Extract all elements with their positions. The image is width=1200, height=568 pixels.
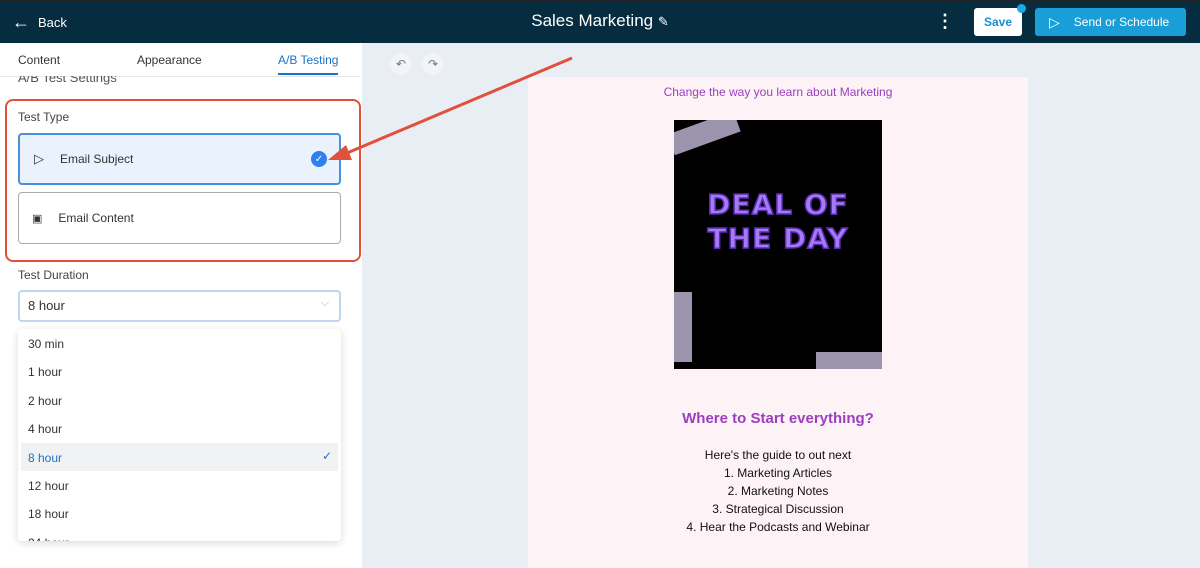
- settings-panel: Content Appearance A/B Testing A/B Test …: [0, 43, 361, 568]
- dropdown-option[interactable]: 18 hour: [18, 499, 341, 527]
- tab-bar: Content Appearance A/B Testing: [0, 43, 360, 77]
- send-icon: ▷: [34, 151, 44, 166]
- image-text: DEAL OF THE DAY: [706, 187, 849, 256]
- option-email-content[interactable]: ▣ Email Content: [18, 192, 341, 244]
- check-icon: ✓: [321, 448, 332, 463]
- email-preview[interactable]: Change the way you learn about Marketing…: [528, 77, 1028, 568]
- calendar-icon: ▣: [32, 212, 43, 225]
- option-email-subject[interactable]: ▷ Email Subject ✓: [18, 133, 341, 185]
- tape-decoration: [674, 292, 692, 362]
- test-duration-select[interactable]: 8 hour ⌵: [18, 290, 341, 322]
- option-text: 8 hour: [28, 450, 63, 465]
- save-label: Save: [983, 15, 1013, 29]
- deal-of-the-day-image: DEAL OF THE DAY: [674, 120, 882, 369]
- chevron-down-icon: ⌵: [320, 297, 329, 309]
- dropdown-option[interactable]: 30 min: [18, 329, 341, 357]
- undo-icon[interactable]: ↶: [390, 53, 412, 75]
- duration-dropdown: 30 min 1 hour 2 hour 4 hour 8 hour ✓ 12 h…: [18, 329, 341, 541]
- test-type-label: Test Type: [18, 110, 70, 124]
- check-circle-icon: ✓: [311, 151, 327, 167]
- send-icon: ▷: [1049, 13, 1060, 30]
- pencil-icon[interactable]: ✎: [658, 14, 669, 29]
- test-duration-label: Test Duration: [18, 268, 89, 282]
- tape-decoration: [816, 352, 882, 369]
- top-bar: ← Back Sales Marketing ✎ ⋮ Save ▷ Send or …: [0, 0, 1200, 43]
- dropdown-option[interactable]: 2 hour: [18, 386, 341, 414]
- email-heading: Where to Start everything?: [682, 410, 874, 427]
- dropdown-option[interactable]: 4 hour: [18, 414, 341, 442]
- tab-content[interactable]: Content: [18, 53, 60, 67]
- email-canvas: ↶ ↷ Change the way you learn about Marke…: [362, 43, 1200, 568]
- tab-ab-testing[interactable]: A/B Testing: [278, 53, 339, 75]
- dropdown-option-selected[interactable]: 8 hour ✓: [21, 442, 338, 471]
- dropdown-option[interactable]: 24 hour: [18, 528, 341, 541]
- list-item: 2. Marketing Notes: [727, 484, 829, 498]
- dropdown-option[interactable]: 1 hour: [18, 357, 341, 385]
- tape-decoration: [674, 120, 741, 156]
- dropdown-option[interactable]: 12 hour: [18, 471, 341, 499]
- option-label: Email Subject: [60, 152, 134, 166]
- title-text: Sales Marketing: [531, 11, 654, 30]
- list-item: 4. Hear the Podcasts and Webinar: [686, 520, 870, 534]
- send-label: Send or Schedule: [1073, 15, 1170, 29]
- tab-appearance[interactable]: Appearance: [137, 53, 202, 67]
- email-body: Here's the guide to out next 1. Marketin…: [528, 446, 1028, 536]
- selected-value: 8 hour: [28, 298, 65, 313]
- redo-icon[interactable]: ↷: [422, 53, 444, 75]
- list-item: 3. Strategical Discussion: [712, 502, 844, 516]
- list-item: 1. Marketing Articles: [723, 466, 833, 480]
- send-or-schedule-button[interactable]: ▷ Send or Schedule: [1035, 8, 1186, 36]
- save-button[interactable]: Save: [974, 4, 1026, 36]
- email-intro: Here's the guide to out next: [704, 448, 852, 462]
- more-options-icon[interactable]: ⋮: [936, 11, 954, 32]
- option-label: Email Content: [58, 211, 134, 225]
- email-tagline: Change the way you learn about Marketing: [663, 85, 893, 99]
- unsaved-indicator: [1017, 4, 1026, 13]
